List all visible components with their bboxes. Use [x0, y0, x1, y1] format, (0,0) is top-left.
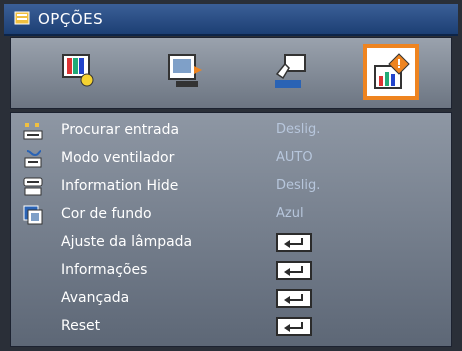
menu-item-value: Deslig.	[276, 122, 321, 137]
options-menu: Procurar entrada Deslig. Modo ventilador…	[10, 112, 452, 347]
menu-item-value: Azul	[276, 206, 304, 221]
menu-item-reset[interactable]: Reset	[21, 314, 441, 340]
enter-key-icon[interactable]	[276, 233, 312, 252]
display-icon	[168, 54, 202, 87]
options-menu-window: OPÇÕES Procurar entrada Deslig. Modo ven…	[0, 0, 462, 351]
image-icon	[62, 54, 94, 87]
menu-item-informacoes[interactable]: Informações	[21, 258, 441, 284]
menu-item-avancada[interactable]: Avançada	[21, 286, 441, 312]
fan-mode-icon	[23, 149, 43, 169]
menu-item-modo-ventilador[interactable]: Modo ventilador AUTO	[21, 146, 441, 172]
menu-icon	[14, 10, 32, 28]
tab-bar	[10, 37, 452, 109]
menu-item-label: Ajuste da lâmpada	[61, 234, 193, 250]
tab-setup[interactable]	[261, 44, 317, 100]
menu-item-cor-de-fundo[interactable]: Cor de fundo Azul	[21, 202, 441, 228]
menu-item-label: Informações	[61, 262, 148, 278]
menu-item-label: Reset	[61, 318, 101, 334]
menu-item-value: Deslig.	[276, 178, 321, 193]
tab-display[interactable]	[156, 44, 212, 100]
source-search-icon	[23, 121, 43, 141]
menu-item-label: Avançada	[61, 290, 130, 306]
menu-item-information-hide[interactable]: Information Hide Deslig.	[21, 174, 441, 200]
tab-options[interactable]	[363, 44, 419, 100]
background-color-icon	[23, 205, 43, 225]
menu-item-label: Procurar entrada	[61, 122, 180, 138]
info-hide-icon	[23, 177, 43, 197]
menu-item-value: AUTO	[276, 150, 313, 165]
options-icon	[374, 53, 410, 89]
menu-item-label: Modo ventilador	[61, 150, 175, 166]
enter-key-icon[interactable]	[276, 261, 312, 280]
enter-key-icon[interactable]	[276, 289, 312, 308]
window-title: OPÇÕES	[38, 10, 104, 28]
menu-item-procurar-entrada[interactable]: Procurar entrada Deslig.	[21, 118, 441, 144]
menu-item-label: Cor de fundo	[61, 206, 152, 222]
setup-icon	[275, 54, 306, 88]
menu-item-label: Information Hide	[61, 178, 179, 194]
title-bar: OPÇÕES	[4, 4, 458, 36]
enter-key-icon[interactable]	[276, 317, 312, 336]
menu-item-ajuste-da-lampada[interactable]: Ajuste da lâmpada	[21, 230, 441, 256]
tab-image[interactable]	[51, 44, 107, 100]
